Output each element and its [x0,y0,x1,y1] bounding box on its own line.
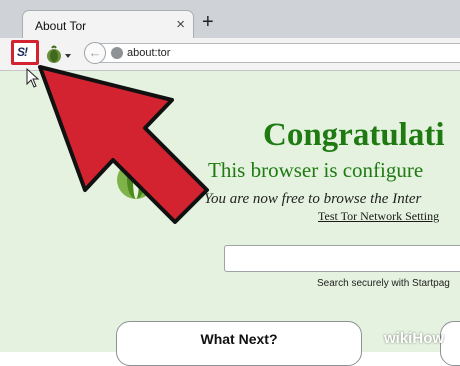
url-bar[interactable]: about:tor [98,43,460,63]
mouse-cursor-icon [26,68,40,88]
free-browse-text: You are now free to browse the Inter [204,191,422,207]
watermark-suffix: How [412,330,445,347]
what-next-heading: What Next? [200,331,278,347]
extension-label: S! [17,45,28,59]
configured-subheading: This browser is configure [208,158,424,182]
close-icon[interactable]: × [176,16,185,33]
watermark-prefix: wiki [384,330,413,347]
tab-about-tor[interactable]: About Tor × [22,10,194,40]
congratulations-heading: Congratulati [263,117,445,153]
globe-icon [111,47,123,59]
tor-button[interactable] [44,44,74,64]
tor-onion-logo [117,161,155,199]
plus-icon[interactable]: + [202,12,214,32]
chevron-down-icon [65,54,71,58]
search-input[interactable] [224,245,460,272]
wikihow-watermark: wikiHow [384,330,444,347]
tab-strip: About Tor × + [0,0,460,40]
extension-icon[interactable]: S! [11,40,39,65]
search-note: Search securely with Startpag [317,278,450,289]
tab-title: About Tor [35,19,87,33]
tor-onion-icon [47,45,71,63]
test-tor-network-link[interactable]: Test Tor Network Setting [318,209,439,224]
url-text: about:tor [127,47,171,59]
back-arrow-icon: ← [88,45,102,60]
back-button[interactable]: ← [84,42,106,64]
what-next-card: What Next? [116,321,362,366]
